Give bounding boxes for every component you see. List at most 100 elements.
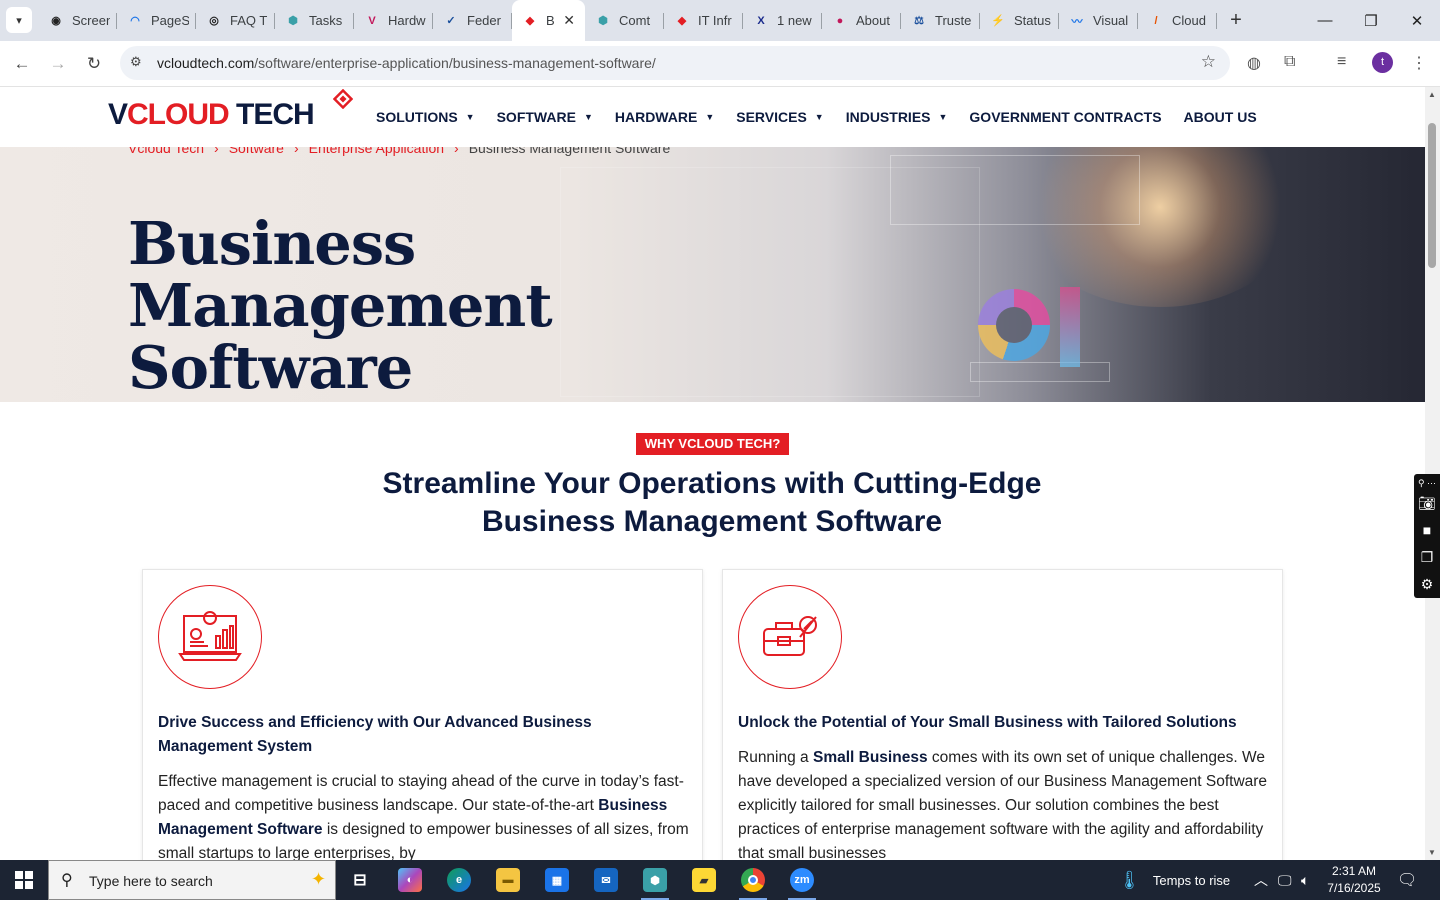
search-placeholder: Type here to search — [89, 873, 213, 889]
new-tab-plus-icon[interactable]: + — [1224, 8, 1248, 32]
nav-item-about-us[interactable]: ABOUT US — [1184, 109, 1257, 125]
breadcrumb-separator-icon: › — [293, 147, 299, 156]
windows-taskbar: ⚲ Type here to search ✦ ⊟ ◐ e ▬ ▦ ✉ ⬢ ▰ … — [0, 860, 1440, 900]
caret-down-icon: ▼ — [583, 112, 593, 122]
browser-tab[interactable]: ✓ Feder — [433, 0, 512, 41]
browser-tab[interactable]: ◠ PageS — [117, 0, 196, 41]
camera-icon[interactable]: 📷︎ — [1418, 490, 1436, 517]
media-controls-icon[interactable]: ≡ — [1337, 53, 1346, 71]
tab-search-chevron-icon[interactable]: ▾ — [6, 7, 32, 33]
tab-list: ◉ Screen ◠ PageS ◎ FAQ T ⬢ Tasks V Hardw ✓ Feder ◆ B ✕… — [38, 0, 1217, 41]
file-explorer-icon[interactable]: ▬ — [484, 860, 532, 900]
why-badge: WHY VCLOUD TECH? — [636, 433, 789, 455]
nav-item-label: ABOUT US — [1183, 109, 1257, 125]
tab-label: PageS — [151, 13, 189, 28]
breadcrumb-current: Business Management Software — [468, 147, 671, 156]
browser-tab[interactable]: ◆ B ✕ — [512, 0, 585, 41]
app-hexagon-icon[interactable]: ⬢ — [631, 860, 679, 900]
system-clock[interactable]: 2:31 AM 7/16/2025 — [1318, 863, 1390, 897]
scrollbar-thumb[interactable] — [1428, 123, 1436, 268]
volume-icon[interactable]: 🔈︎ — [1301, 860, 1309, 900]
video-camera-icon[interactable]: ■ — [1423, 517, 1431, 544]
task-view-icon[interactable]: ⊟ — [336, 860, 384, 900]
back-arrow-icon[interactable]: ← — [9, 51, 35, 77]
breadcrumb-separator-icon: › — [214, 147, 219, 156]
browser-tab[interactable]: ◎ FAQ T — [196, 0, 275, 41]
nav-item-label: SERVICES — [736, 109, 807, 125]
profile-avatar[interactable]: t — [1372, 52, 1393, 73]
edge-browser-icon[interactable]: e — [435, 860, 483, 900]
forward-arrow-icon[interactable]: → — [45, 51, 71, 77]
extensions-puzzle-icon[interactable]: ⧉ — [1284, 53, 1295, 71]
tab-label: IT Infr — [698, 13, 732, 28]
feature-card: Drive Success and Efficiency with Our Ad… — [142, 569, 703, 860]
taskbar-search-box[interactable]: ⚲ Type here to search ✦ — [48, 860, 336, 900]
address-bar[interactable]: ⚙ vcloudtech.com/software/enterprise-app… — [120, 46, 1230, 80]
site-info-icon[interactable]: ⚙ — [130, 54, 142, 70]
network-icon[interactable]: 🖵︎ — [1278, 860, 1292, 900]
tab-favicon-icon: X — [757, 14, 765, 27]
browser-tab[interactable]: / Cloud — [1138, 0, 1217, 41]
hero-hud-frame — [970, 362, 1110, 382]
clock-time: 2:31 AM — [1331, 864, 1377, 878]
nav-item-hardware[interactable]: HARDWARE ▼ — [615, 109, 714, 125]
tab-favicon-icon: ⬢ — [288, 15, 298, 27]
mail-icon[interactable]: ✉ — [582, 860, 630, 900]
scroll-down-arrow-icon[interactable]: ▼ — [1428, 848, 1436, 857]
sticky-notes-icon[interactable]: ▰ — [680, 860, 728, 900]
vcloud-tech-logo[interactable]: VCLOUD TECH — [108, 98, 315, 132]
browser-tab[interactable]: ⬢ Tasks — [275, 0, 354, 41]
tab-close-icon[interactable]: ✕ — [563, 12, 575, 29]
browser-tab[interactable]: ⚡ Status — [980, 0, 1059, 41]
start-button[interactable] — [0, 860, 48, 900]
nav-item-label: INDUSTRIES — [845, 109, 931, 125]
nav-item-software[interactable]: SOFTWARE ▼ — [497, 109, 593, 125]
nav-item-label: SOFTWARE — [496, 109, 576, 125]
weather-widget[interactable]: 🌡︎ Temps to rise — [1118, 860, 1230, 900]
tab-favicon-icon: ◠ — [130, 15, 140, 27]
nav-item-industries[interactable]: INDUSTRIES ▼ — [846, 109, 948, 125]
reload-icon[interactable]: ↻ — [81, 51, 107, 77]
minimize-icon[interactable]: — — [1302, 0, 1348, 41]
main-navigation: SOLUTIONS ▼ SOFTWARE ▼ HARDWARE ▼ SERVICES ▼ IND… — [376, 109, 1279, 125]
browser-tab[interactable]: ⚖ Truste — [901, 0, 980, 41]
close-window-icon[interactable]: ✕ — [1394, 0, 1440, 41]
browser-tab[interactable]: V Hardw — [354, 0, 433, 41]
tab-favicon-icon: ◆ — [677, 15, 687, 27]
nav-item-solutions[interactable]: SOLUTIONS ▼ — [376, 109, 475, 125]
browser-toolbar: ← → ↻ ⚙ vcloudtech.com/software/enterpri… — [0, 41, 1440, 87]
microsoft-store-icon[interactable]: ▦ — [533, 860, 581, 900]
capture-menu-icon[interactable]: ⚲ ⋯ — [1418, 476, 1436, 490]
browser-tab[interactable]: ● About — [822, 0, 901, 41]
browser-tab[interactable]: ⬢ Comt — [585, 0, 664, 41]
window-capture-icon[interactable]: ❐ — [1421, 544, 1434, 571]
nav-item-government-contracts[interactable]: GOVERNMENT CONTRACTS — [969, 109, 1161, 125]
hero-hud-frame — [890, 155, 1140, 225]
breadcrumb-link[interactable]: Enterprise Application — [309, 147, 444, 156]
chrome-browser-icon[interactable] — [729, 860, 777, 900]
browser-tab[interactable]: 〰 Visual — [1059, 0, 1138, 41]
breadcrumb-link[interactable]: Software — [229, 147, 284, 156]
tray-chevron-up-icon[interactable]: ︿ — [1254, 860, 1268, 900]
browser-tab-strip: ▾ ◉ Screen ◠ PageS ◎ FAQ T ⬢ Tasks V Hardw ✓ Feder ◆… — [0, 0, 1440, 41]
copilot-app-icon[interactable]: ◐ — [386, 860, 434, 900]
small-business-toolbox-icon — [738, 585, 842, 689]
settings-gear-icon[interactable]: ⚙ — [1421, 571, 1434, 598]
tab-label: Screen — [72, 13, 110, 28]
notification-icon[interactable]: 🗨︎ — [1397, 860, 1417, 900]
translate-globe-icon[interactable]: ◍ — [1247, 53, 1261, 73]
browser-menu-icon[interactable]: ⋮ — [1411, 53, 1427, 73]
bookmark-star-icon[interactable]: ☆ — [1201, 52, 1216, 72]
browser-tab[interactable]: ◆ IT Infr — [664, 0, 743, 41]
browser-tab[interactable]: ◉ Screen — [38, 0, 117, 41]
browser-tab[interactable]: X 1 new — [743, 0, 822, 41]
scroll-up-arrow-icon[interactable]: ▲ — [1428, 90, 1436, 99]
hero-banner: Vcloud Tech › Software › Enterprise Applicat… — [0, 147, 1425, 402]
tab-favicon-icon: 〰 — [1071, 15, 1083, 28]
site-header: VCLOUD TECH SOLUTIONS ▼ SOFTWARE ▼ HARDWARE ▼… — [0, 87, 1425, 147]
restore-icon[interactable]: ❐ — [1348, 0, 1394, 41]
nav-item-services[interactable]: SERVICES ▼ — [736, 109, 823, 125]
breadcrumb-link[interactable]: Vcloud Tech — [128, 147, 204, 156]
zoom-app-icon[interactable]: zm — [778, 860, 826, 900]
tab-favicon-icon: / — [1154, 14, 1158, 27]
